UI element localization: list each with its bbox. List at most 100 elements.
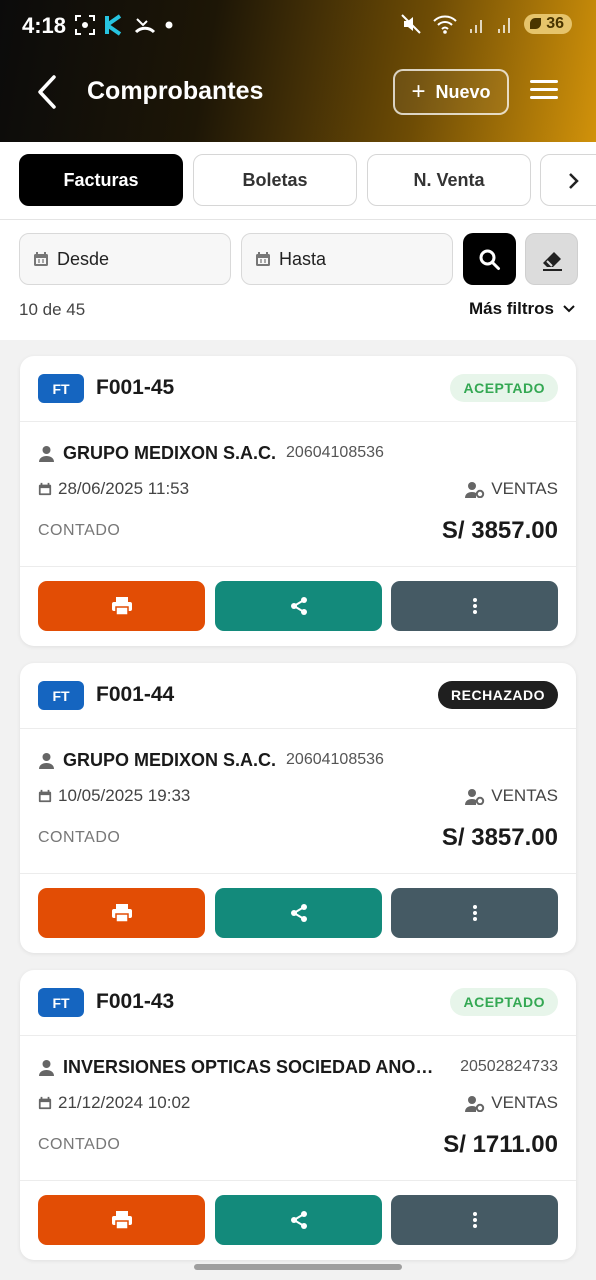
print-button[interactable] [38,581,205,631]
document-number: F001-44 [96,683,175,706]
search-button[interactable] [463,233,516,285]
print-button[interactable] [38,888,205,938]
tab-nota-venta[interactable]: N. Venta [367,154,531,206]
plus-icon: + [411,78,426,105]
results-count: 10 de 45 [19,300,86,319]
new-document-button[interactable]: + Nuevo [393,69,509,115]
vertical-dots-icon [472,1212,477,1228]
share-button[interactable] [215,1195,382,1245]
document-amount: S/ 1711.00 [443,1131,558,1158]
toolbar: Comprobantes + Nuevo [0,62,596,122]
hamburger-menu-icon[interactable] [530,80,558,104]
app-header: 4:18 36 Comprobantes + Nuevo [0,0,596,142]
card-header: FT F001-44 RECHAZADO [20,663,576,729]
home-indicator[interactable] [194,1264,402,1270]
document-datetime: 10/05/2025 19:33 [58,786,191,805]
share-icon [290,904,307,922]
share-button[interactable] [215,888,382,938]
user-gear-icon [465,788,485,805]
card-header: FT F001-45 ACEPTADO [20,356,576,422]
date-row: 10/05/2025 19:33 [38,786,190,806]
chevron-down-icon [563,305,575,313]
tab-facturas[interactable]: Facturas [19,154,183,206]
share-icon [290,1211,307,1229]
share-icon [290,597,307,615]
more-options-button[interactable] [391,888,558,938]
dot-icon [165,21,173,29]
status-notification-icons [74,14,174,36]
clear-filters-button[interactable] [525,233,578,285]
customer-name: GRUPO MEDIXON S.A.C. [63,442,277,463]
calendar-icon [38,1096,52,1110]
tabs-scroll-next-button[interactable] [540,154,596,206]
card-actions [20,873,576,953]
card-actions [20,1180,576,1260]
mute-icon [401,14,421,34]
date-row: 28/06/2025 11:53 [38,479,189,499]
payment-condition: CONTADO [38,1136,121,1153]
document-card[interactable]: FT F001-44 RECHAZADO GRUPO MEDIXON S.A.C… [20,663,576,953]
document-amount: S/ 3857.00 [441,824,558,851]
more-options-button[interactable] [391,581,558,631]
tab-boletas[interactable]: Boletas [193,154,357,206]
seller-row: VENTAS [465,786,558,806]
status-system-icons: 36 [400,13,572,35]
calendar-icon [256,252,270,266]
card-actions [20,566,576,646]
status-time: 4:18 [22,13,67,38]
user-gear-icon [465,1095,485,1112]
customer-ruc: 20502824733 [460,1058,558,1075]
payment-condition: CONTADO [38,522,121,539]
person-icon [39,445,54,462]
status-bar: 4:18 36 [0,0,596,52]
k-app-icon [105,14,122,36]
back-arrow-icon[interactable] [30,72,66,112]
status-badge: RECHAZADO [438,681,558,709]
seller-row: VENTAS [465,1093,558,1113]
more-filters-toggle[interactable]: Más filtros [469,299,576,319]
document-number: F001-43 [96,990,175,1013]
person-icon [39,1059,54,1076]
customer-ruc: 20604108536 [286,751,384,768]
missed-call-icon [134,18,156,34]
signal-icon [470,20,483,33]
seller-name: VENTAS [491,479,558,498]
customer-row: INVERSIONES OPTICAS SOCIEDAD ANONIMA CER… [38,1054,558,1080]
more-filters-label: Más filtros [468,299,554,318]
customer-row: GRUPO MEDIXON S.A.C. 20604108536 [38,747,558,773]
seller-name: VENTAS [491,1093,558,1112]
document-type-tabs: Facturas Boletas N. Venta [0,142,596,220]
share-button[interactable] [215,581,382,631]
wifi-icon [433,15,457,34]
document-card[interactable]: FT F001-45 ACEPTADO GRUPO MEDIXON S.A.C.… [20,356,576,646]
user-gear-icon [465,481,485,498]
date-to-placeholder: Hasta [279,248,327,269]
document-datetime: 21/12/2024 10:02 [58,1093,191,1112]
document-amount: S/ 3857.00 [441,517,558,544]
vertical-dots-icon [472,598,477,614]
printer-icon [111,904,132,923]
seller-row: VENTAS [465,479,558,499]
filter-panel: Desde Hasta 10 de 45 Más filtros [0,220,596,340]
card-header: FT F001-43 ACEPTADO [20,970,576,1036]
customer-name: INVERSIONES OPTICAS SOCIEDAD ANONIMA CER… [63,1056,443,1077]
print-button[interactable] [38,1195,205,1245]
document-type-badge: FT [38,374,84,403]
customer-name: GRUPO MEDIXON S.A.C. [63,749,277,770]
search-icon [479,249,500,270]
page-title: Comprobantes [87,77,264,105]
new-button-label: Nuevo [435,81,491,102]
person-icon [39,752,54,769]
date-to-field[interactable]: Hasta [241,233,453,285]
status-badge: ACEPTADO [450,374,558,402]
customer-ruc: 20604108536 [286,444,384,461]
more-options-button[interactable] [391,1195,558,1245]
customer-row: GRUPO MEDIXON S.A.C. 20604108536 [38,440,558,466]
document-card[interactable]: FT F001-43 ACEPTADO INVERSIONES OPTICAS … [20,970,576,1260]
payment-condition: CONTADO [38,829,121,846]
date-from-field[interactable]: Desde [19,233,231,285]
document-number: F001-45 [96,376,175,399]
vertical-dots-icon [472,905,477,921]
printer-icon [111,597,132,616]
calendar-icon [34,252,48,266]
